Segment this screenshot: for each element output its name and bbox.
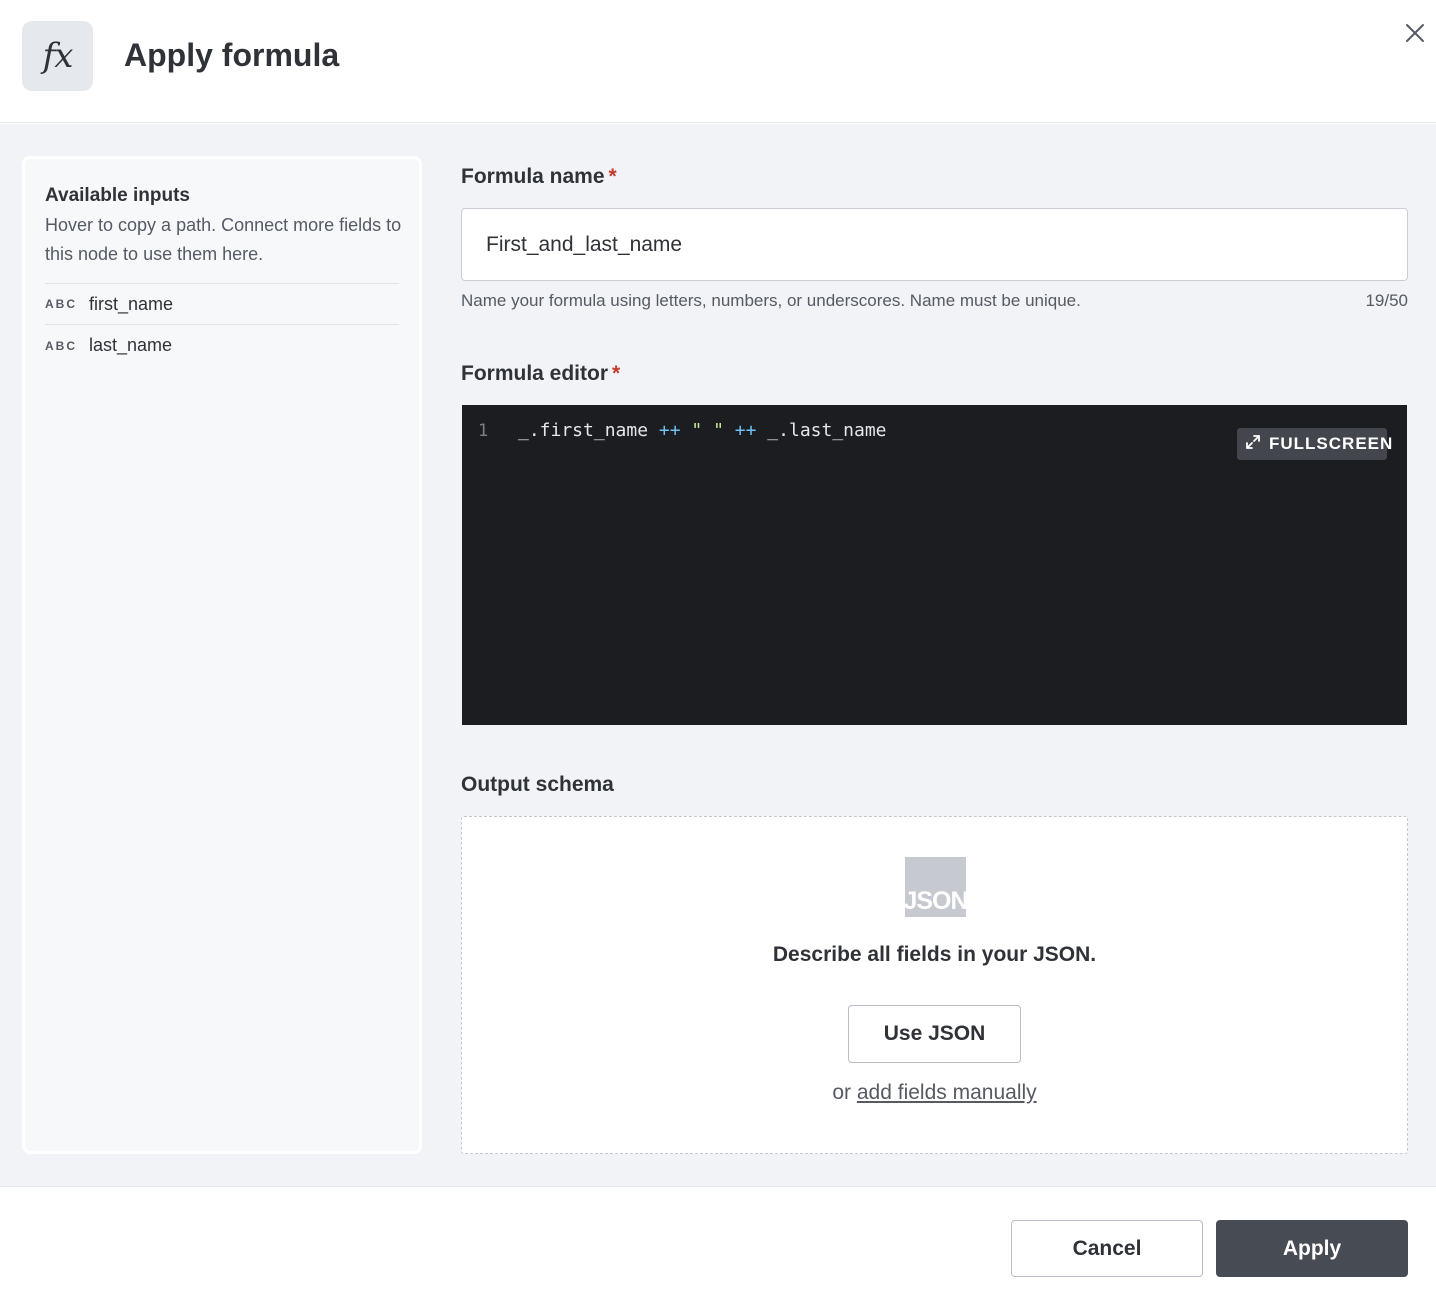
formula-icon: fx: [22, 21, 93, 91]
required-mark: *: [612, 362, 621, 385]
dialog-header: fx Apply formula: [0, 0, 1436, 123]
output-schema-dropzone: JSON Describe all fields in your JSON. U…: [461, 816, 1408, 1154]
code-token: _.first_name: [518, 420, 659, 441]
code-line[interactable]: _.first_name ++ " " ++ _.last_name: [518, 420, 887, 441]
or-text: or: [832, 1081, 852, 1104]
code-string: " ": [691, 420, 724, 441]
dialog-footer: Cancel Apply: [0, 1186, 1436, 1290]
apply-formula-dialog: fx Apply formula Available inputs Hover …: [0, 0, 1436, 1290]
output-schema-label: Output schema: [461, 773, 614, 796]
formula-code-editor[interactable]: 1 _.first_name ++ " " ++ _.last_name FUL…: [462, 405, 1407, 725]
formula-editor-label-text: Formula editor: [461, 362, 609, 385]
line-number: 1: [478, 421, 489, 441]
input-item-first-name[interactable]: ABC first_name: [45, 284, 399, 325]
fullscreen-button[interactable]: FULLSCREEN: [1237, 428, 1392, 460]
string-type-badge: ABC: [45, 338, 77, 353]
use-json-button[interactable]: Use JSON: [848, 1005, 1021, 1063]
formula-name-input[interactable]: [461, 208, 1408, 281]
add-fields-manually-link[interactable]: add fields manually: [857, 1081, 1037, 1104]
available-inputs-panel: Available inputs Hover to copy a path. C…: [22, 156, 422, 1154]
code-operator: ++: [734, 420, 757, 441]
formula-name-label: Formula name *: [461, 163, 617, 191]
code-token: _.last_name: [756, 420, 887, 441]
close-icon[interactable]: [1402, 20, 1428, 46]
code-operator: ++: [658, 420, 681, 441]
dialog-body: Available inputs Hover to copy a path. C…: [0, 124, 1436, 1186]
input-item-last-name[interactable]: ABC last_name: [45, 325, 399, 366]
available-inputs-title: Available inputs: [45, 185, 190, 206]
formula-editor-label: Formula editor *: [461, 360, 620, 388]
formula-form: Formula name* Name your formula using le…: [461, 124, 1408, 1186]
fullscreen-label: FULLSCREEN: [1269, 434, 1394, 453]
formula-name-counter: 19/50: [1365, 291, 1408, 310]
string-type-badge: ABC: [45, 297, 77, 311]
expand-icon: [1245, 434, 1261, 455]
add-fields-manually-line: or add fields manually: [462, 1081, 1407, 1105]
input-name: last_name: [89, 335, 173, 355]
available-inputs-description: Hover to copy a path. Connect more field…: [45, 215, 402, 264]
json-icon-text: JSON: [903, 887, 968, 915]
input-name: first_name: [89, 293, 174, 314]
formula-name-label-text: Formula name: [461, 165, 605, 188]
formula-icon-text: fx: [42, 36, 74, 76]
input-list: ABC first_name ABC last_name: [45, 283, 399, 366]
formula-name-helper: Name your formula using letters, numbers…: [461, 291, 1081, 310]
json-icon: JSON: [903, 857, 969, 917]
apply-button[interactable]: Apply: [1216, 1220, 1408, 1277]
cancel-button[interactable]: Cancel: [1011, 1220, 1203, 1277]
required-mark: *: [608, 165, 617, 188]
schema-description: Describe all fields in your JSON.: [772, 943, 1097, 966]
dialog-title: Apply formula: [124, 37, 340, 73]
